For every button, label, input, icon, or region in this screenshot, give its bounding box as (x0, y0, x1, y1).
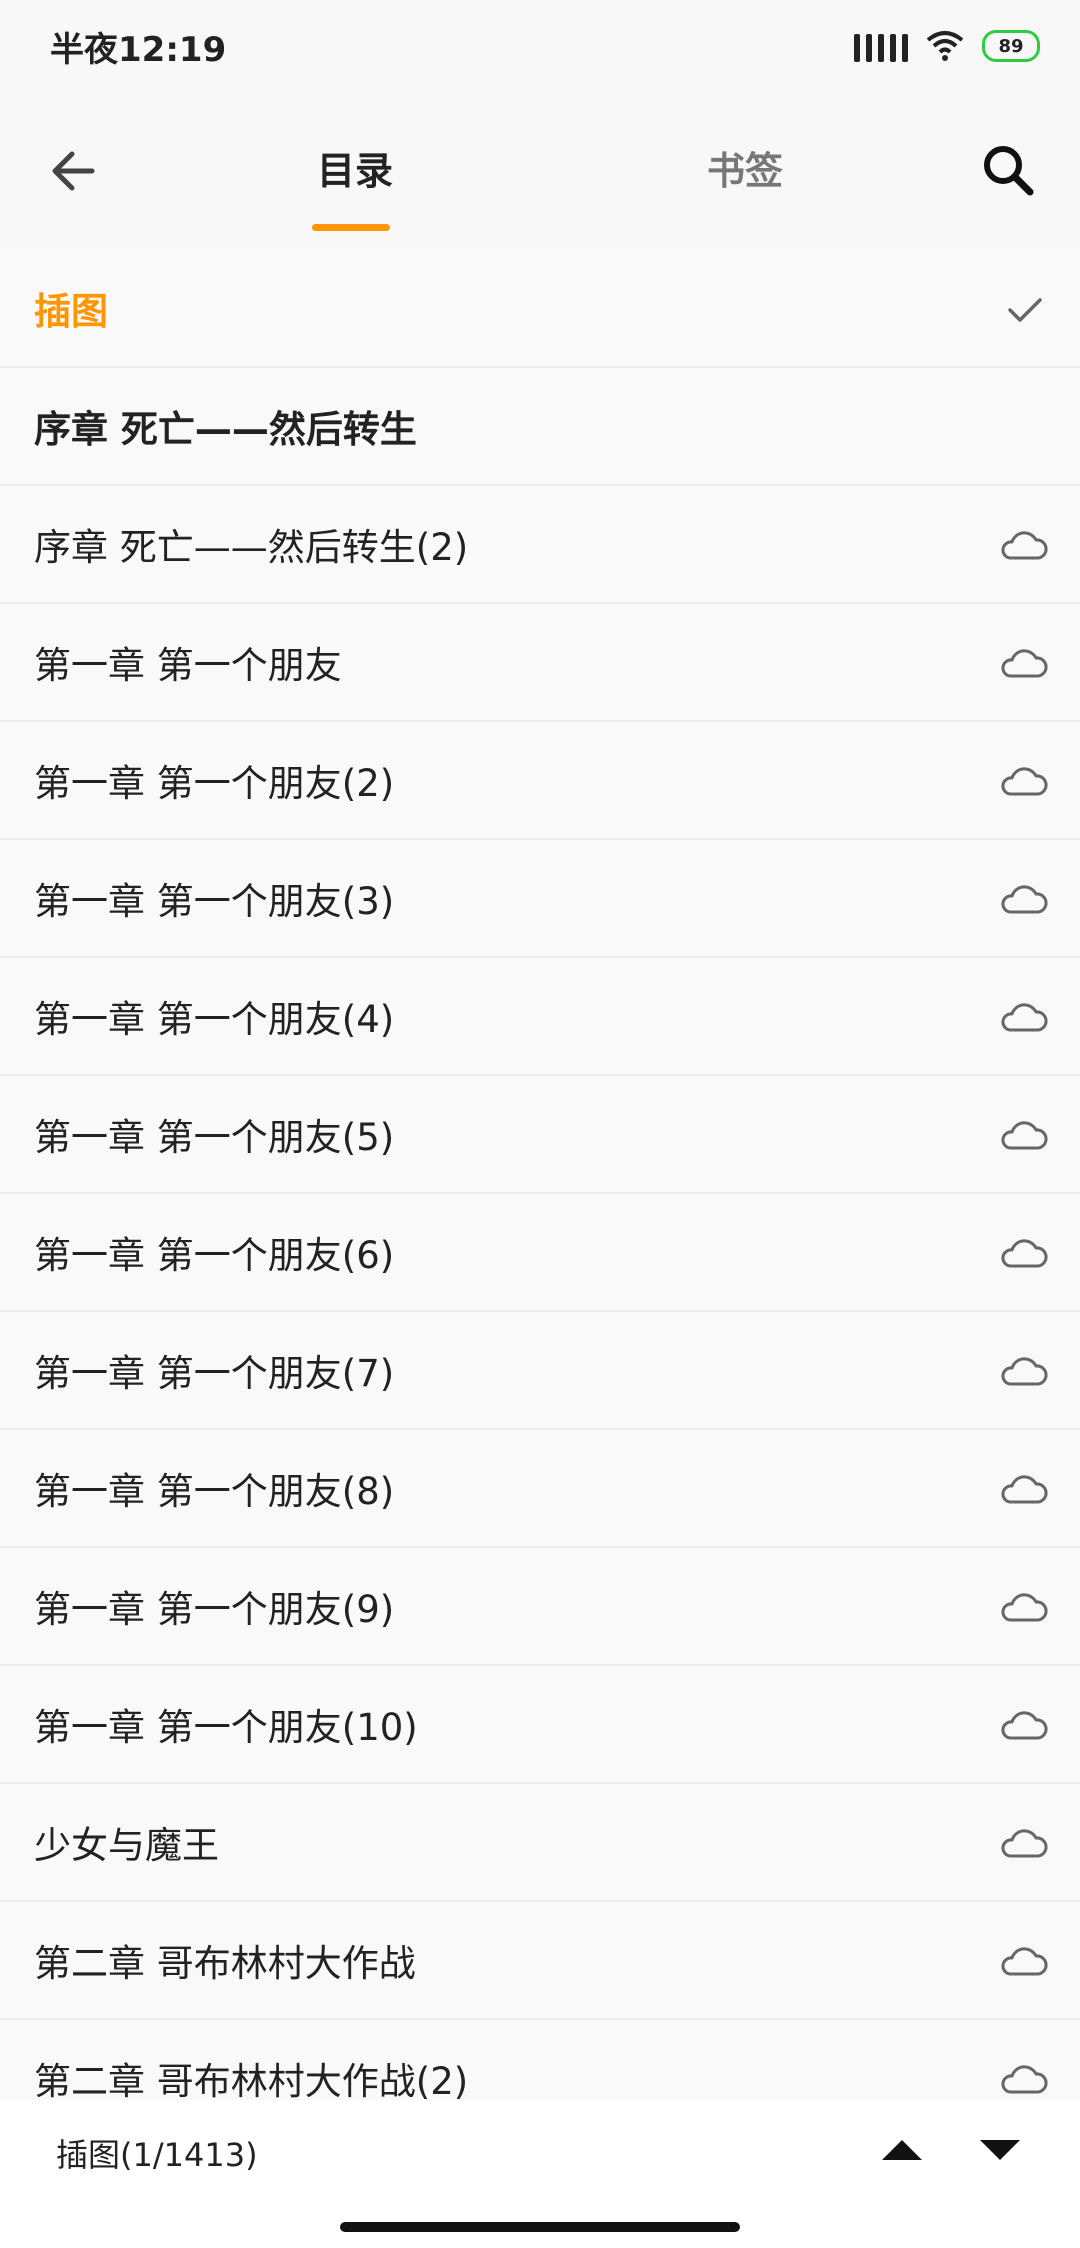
cloud-icon (1001, 1711, 1048, 1740)
cloud-icon (1001, 1239, 1048, 1268)
tab-contents[interactable]: 目录 (300, 140, 410, 195)
chapter-title: 序章 死亡——然后转生(2) (34, 526, 469, 569)
chapter-title: 第一章 第一个朋友(9) (34, 1588, 395, 1631)
cloud-icon (1001, 885, 1048, 914)
check-icon (1008, 298, 1042, 322)
cloud-icon (1001, 767, 1048, 796)
tab-bookmarks-label: 书签 (706, 149, 783, 193)
cloud-icon (1001, 2065, 1048, 2094)
chapter-title: 第一章 第一个朋友(3) (34, 880, 395, 923)
list-item[interactable]: 序章 死亡——然后转生 (0, 368, 1080, 486)
cloud-icon (1001, 1947, 1048, 1976)
active-tab-indicator (312, 224, 390, 231)
list-item[interactable]: 第一章 第一个朋友(10) (0, 1666, 1080, 1784)
list-item[interactable]: 第一章 第一个朋友(5) (0, 1076, 1080, 1194)
chapter-title: 插图 (34, 290, 108, 333)
cloud-icon (1001, 1593, 1048, 1622)
status-icons: 89 (854, 24, 1040, 68)
signal-icon (854, 30, 908, 62)
status-bar: 半夜12:19 89 (0, 0, 1080, 90)
scroll-down-icon[interactable] (976, 2136, 1024, 2164)
chapter-title: 第二章 哥布林村大作战(2) (34, 2060, 469, 2103)
list-item[interactable]: 第一章 第一个朋友(4) (0, 958, 1080, 1076)
cloud-icon (1001, 531, 1048, 560)
home-indicator[interactable] (340, 2222, 740, 2232)
cloud-icon (1001, 1121, 1048, 1150)
list-item[interactable]: 序章 死亡——然后转生(2) (0, 486, 1080, 604)
list-item[interactable]: 少女与魔王 (0, 1784, 1080, 1902)
list-item[interactable]: 第一章 第一个朋友(3) (0, 840, 1080, 958)
back-button[interactable] (40, 136, 110, 206)
list-item[interactable]: 第一章 第一个朋友 (0, 604, 1080, 722)
cloud-icon (1001, 1475, 1048, 1504)
chapter-title: 第一章 第一个朋友(6) (34, 1234, 395, 1277)
chapter-title: 第一章 第一个朋友(2) (34, 762, 395, 805)
list-item[interactable]: 第二章 哥布林村大作战 (0, 1902, 1080, 2020)
chapter-title: 第一章 第一个朋友(4) (34, 998, 395, 1041)
chapter-title: 第一章 第一个朋友 (34, 644, 342, 687)
cloud-icon (1001, 1829, 1048, 1858)
search-button[interactable] (974, 136, 1044, 206)
chapter-list: 插图 序章 死亡——然后转生 序章 死亡——然后转生(2) 第一章 第一个朋友 … (0, 250, 1080, 2138)
cloud-icon (1001, 649, 1048, 678)
battery-level: 89 (998, 35, 1024, 57)
back-arrow-icon (52, 151, 95, 191)
status-time: 半夜12:19 (50, 30, 227, 70)
wifi-icon (926, 31, 964, 61)
battery-indicator: 89 (982, 30, 1040, 62)
list-item[interactable]: 插图 (0, 250, 1080, 368)
list-item[interactable]: 第一章 第一个朋友(6) (0, 1194, 1080, 1312)
chapter-title: 第一章 第一个朋友(5) (34, 1116, 395, 1159)
chapter-title: 第二章 哥布林村大作战 (34, 1942, 416, 1985)
position-indicator: 插图(1/1413) (56, 2136, 258, 2174)
chapter-title: 少女与魔王 (34, 1824, 219, 1867)
chapter-title: 第一章 第一个朋友(8) (34, 1470, 395, 1513)
tab-contents-label: 目录 (316, 149, 393, 193)
scroll-up-icon[interactable] (878, 2136, 926, 2164)
list-item[interactable]: 第一章 第一个朋友(9) (0, 1548, 1080, 1666)
search-icon (984, 146, 1034, 196)
cloud-icon (1001, 1357, 1048, 1386)
chapter-title: 第一章 第一个朋友(7) (34, 1352, 395, 1395)
top-navigation: 目录 书签 (0, 90, 1080, 250)
bottom-bar: 插图(1/1413) (0, 2100, 1080, 2248)
chapter-title: 序章 死亡——然后转生 (34, 408, 417, 451)
list-item[interactable]: 第一章 第一个朋友(7) (0, 1312, 1080, 1430)
list-item[interactable]: 第一章 第一个朋友(2) (0, 722, 1080, 840)
list-item[interactable]: 第一章 第一个朋友(8) (0, 1430, 1080, 1548)
tab-bookmarks[interactable]: 书签 (690, 140, 800, 195)
cloud-icon (1001, 1003, 1048, 1032)
chapter-title: 第一章 第一个朋友(10) (34, 1706, 418, 1749)
